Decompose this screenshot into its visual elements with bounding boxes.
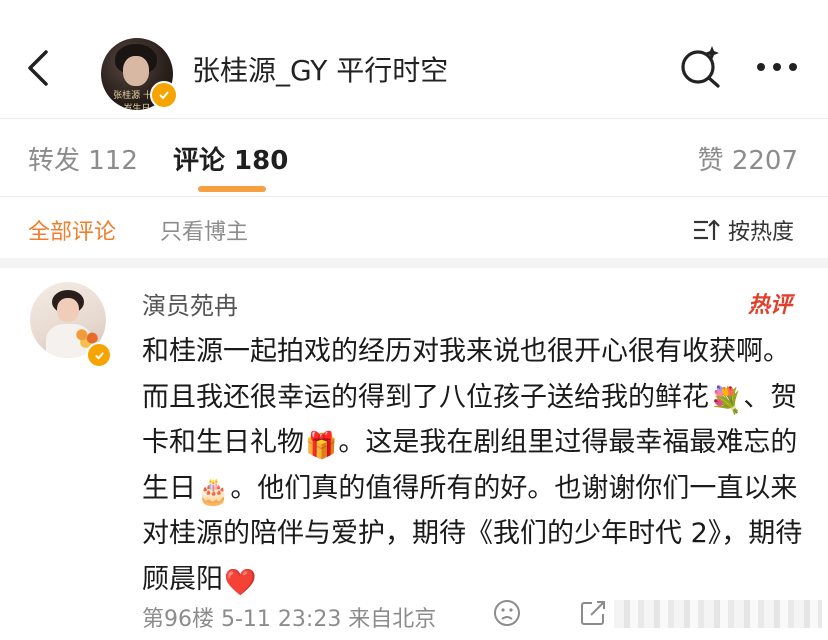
filter-owner-only[interactable]: 只看博主 [160, 214, 248, 246]
sort-icon[interactable] [692, 218, 720, 242]
commenter-name[interactable]: 演员苑冉 [142, 286, 238, 321]
comment-meta: 第96楼 5-11 23:23 来自北京 [142, 607, 437, 632]
sort-by-hot[interactable]: 按热度 [728, 214, 794, 246]
tabs-divider [0, 196, 828, 197]
comment-text: 和桂源一起拍戏的经历对我来说也很开心很有收获啊。而且我还很幸运的得到了八位孩子送… [142, 329, 808, 602]
hot-comment-badge: 热评 [748, 293, 793, 318]
back-arrow-icon[interactable] [20, 48, 60, 88]
heart-emoji: ❤️ [224, 567, 257, 598]
verified-icon [86, 342, 112, 368]
header-divider [0, 118, 828, 119]
share-icon[interactable] [578, 598, 608, 628]
blurred-region [614, 600, 822, 628]
comment-text-part: 和桂源一起拍戏的经历对我来说也很开心很有收获啊。而且我还很幸运的得到了八位孩子送… [142, 336, 790, 413]
search-sparkle-icon[interactable] [678, 43, 724, 89]
tab-likes[interactable]: 赞 2207 [698, 140, 798, 177]
cake-emoji: 🎂 [197, 476, 230, 507]
active-tab-indicator [198, 186, 266, 192]
avatar-face [123, 56, 149, 86]
page-title[interactable]: 张桂源_GY 平行时空 [192, 49, 448, 89]
more-icon[interactable] [752, 52, 802, 82]
bouquet-emoji: 💐 [710, 385, 743, 416]
tab-forward[interactable]: 转发 112 [28, 140, 138, 177]
verified-icon [150, 81, 178, 109]
section-gap [0, 258, 828, 268]
gift-emoji: 🎁 [305, 431, 338, 461]
filter-all-comments[interactable]: 全部评论 [28, 214, 116, 246]
face-icon[interactable] [492, 598, 522, 628]
avatar-face [57, 298, 79, 322]
tab-comments[interactable]: 评论 180 [173, 140, 288, 177]
